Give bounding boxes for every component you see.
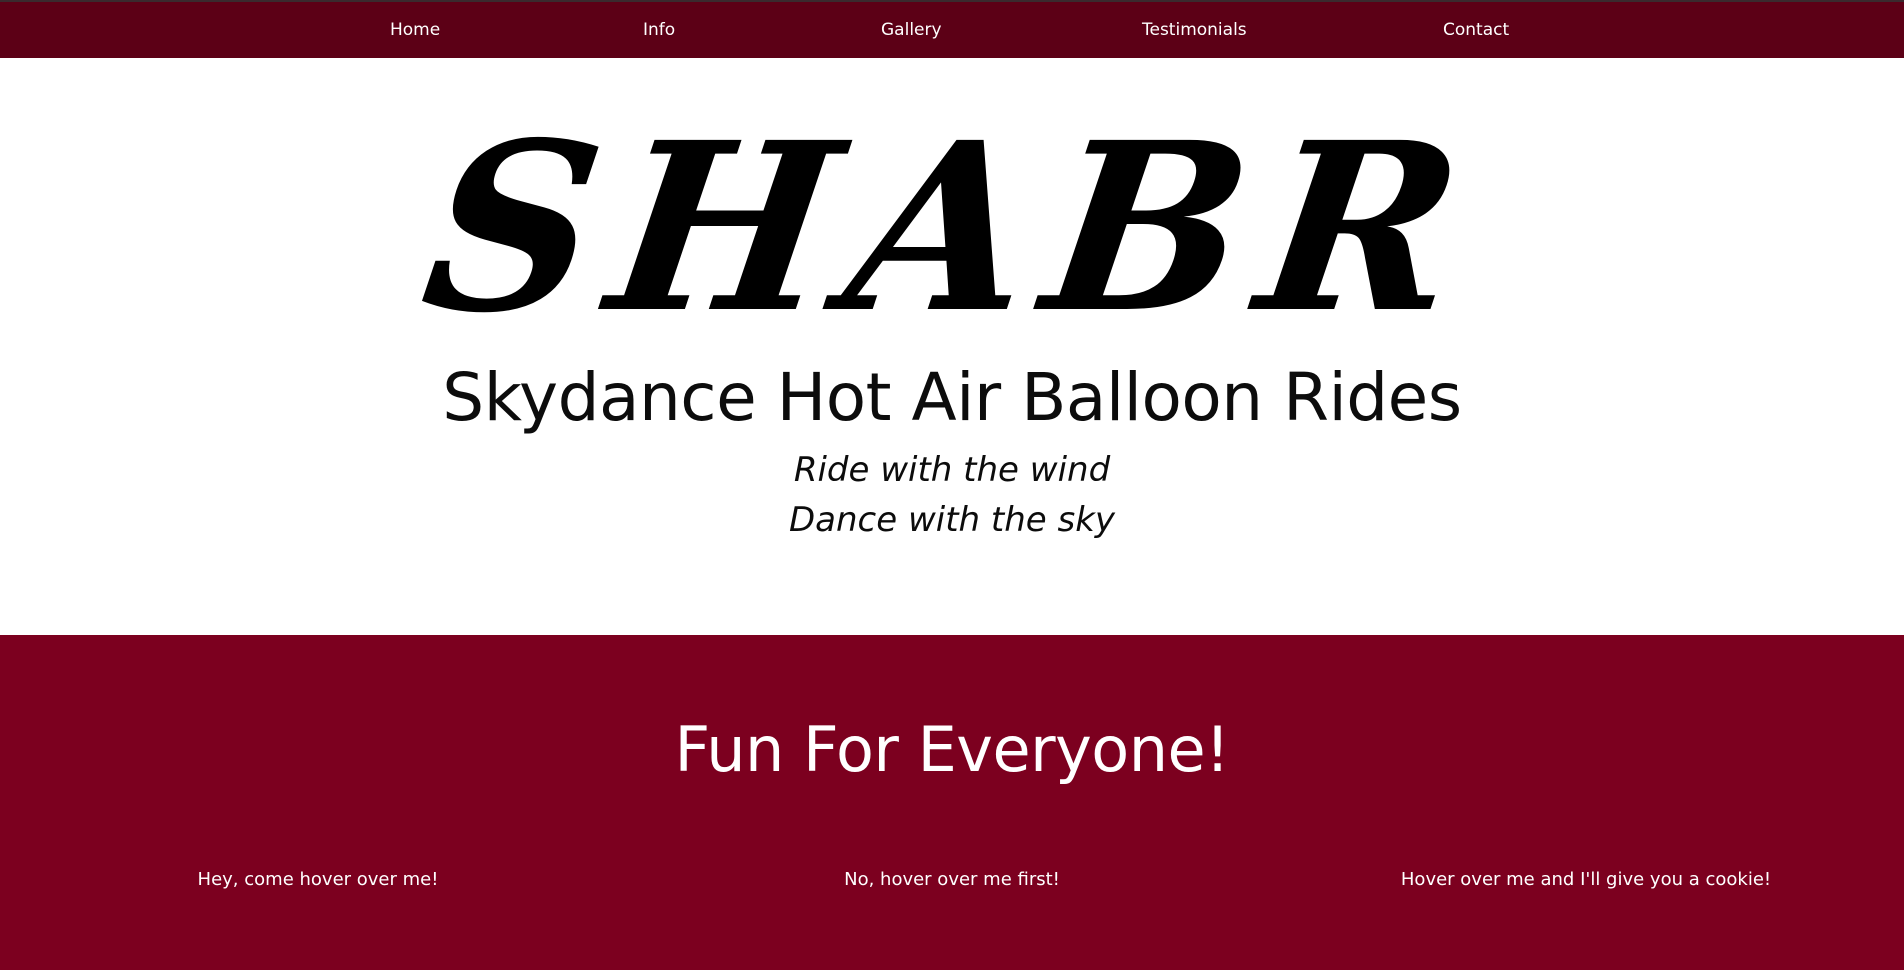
site-logo: SHABR [410,91,1495,364]
nav-link-home[interactable]: Home [390,2,440,58]
fun-section: Fun For Everyone! Hey, come hover over m… [0,635,1904,970]
nav-link-testimonials[interactable]: Testimonials [1142,2,1247,58]
page: Home Info Gallery Testimonials Contact S… [0,0,1904,970]
navigation-bar: Home Info Gallery Testimonials Contact [0,2,1904,58]
hover-card-2[interactable]: No, hover over me first! [792,865,1112,895]
hover-card-3[interactable]: Hover over me and I'll give you a cookie… [1396,865,1776,895]
nav-link-gallery[interactable]: Gallery [881,2,942,58]
fun-section-heading: Fun For Everyone! [674,713,1230,786]
nav-link-info[interactable]: Info [643,2,675,58]
nav-link-contact[interactable]: Contact [1443,2,1509,58]
tagline-line-2: Dance with the sky [788,500,1116,540]
tagline-line-1: Ride with the wind [793,450,1111,490]
site-title: Skydance Hot Air Balloon Rides [442,359,1462,436]
hover-card-1[interactable]: Hey, come hover over me! [160,865,476,895]
hero-section: SHABR Skydance Hot Air Balloon Rides Rid… [0,58,1904,635]
